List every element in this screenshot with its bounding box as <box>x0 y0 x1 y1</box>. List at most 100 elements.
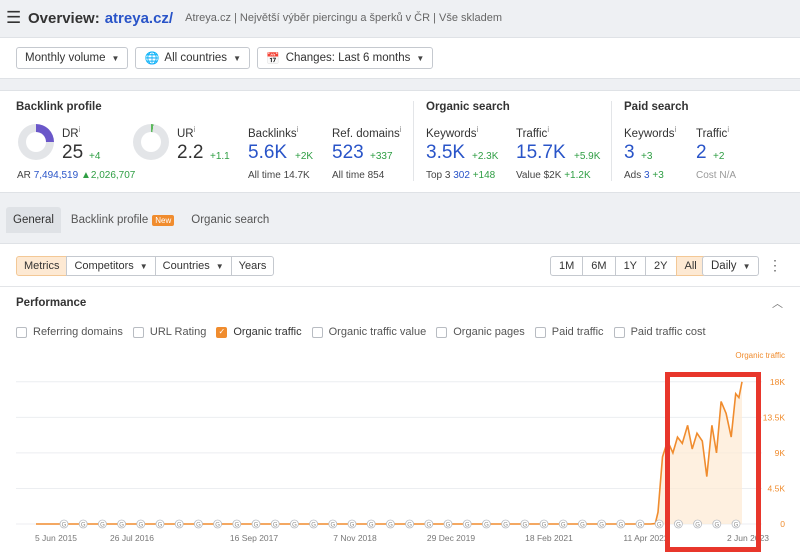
organic-keywords-delta: +2.3K <box>472 151 499 162</box>
ur-delta: +1.1 <box>210 151 230 162</box>
google-update-marker: G <box>424 519 434 529</box>
divider <box>413 101 414 181</box>
paid-cost-row: Cost N/A <box>696 170 737 181</box>
google-update-marker: G <box>270 519 280 529</box>
range-6m-button[interactable]: 6M <box>582 256 616 276</box>
y-tick-label: 18K <box>770 377 785 387</box>
tab-backlink-profile[interactable]: Backlink profile New <box>64 207 181 233</box>
checkbox-organic-traffic[interactable]: ✓ Organic traffic <box>216 326 302 338</box>
range-2y-button[interactable]: 2Y <box>645 256 677 276</box>
caret-down-icon: ▼ <box>742 261 751 271</box>
ar-value[interactable]: 7,494,519 <box>34 170 79 181</box>
x-tick-label: 26 Jul 2016 <box>110 533 154 543</box>
x-tick-label: 18 Feb 2021 <box>525 533 573 543</box>
organic-traffic-label[interactable]: Traffici <box>516 125 549 140</box>
paid-keywords-label[interactable]: Keywordsi <box>624 125 676 140</box>
marker-label: G <box>81 523 86 529</box>
backlinks-value[interactable]: 5.6K <box>248 142 287 164</box>
backlinks-all-time: All time 14.7K <box>248 170 310 181</box>
google-update-marker: G <box>193 519 203 529</box>
checkbox-paid-traffic[interactable]: Paid traffic <box>534 326 604 338</box>
country-dropdown[interactable]: 🌐 All countries ▼ <box>135 47 250 69</box>
y-tick-label: 13.5K <box>763 412 786 422</box>
site-description: Atreya.cz | Největší výběr piercingu a š… <box>185 12 502 24</box>
checkbox-empty-icon <box>132 326 144 338</box>
google-update-marker: G <box>78 519 88 529</box>
checkbox-label: Referring domains <box>33 326 123 338</box>
range-controls: 1M 6M 1Y 2Y All <box>550 256 706 276</box>
backlinks-label[interactable]: Backlinksi <box>248 125 298 140</box>
y-tick-label: 4.5K <box>768 483 786 493</box>
granularity-dropdown[interactable]: Daily ▼ <box>702 256 760 276</box>
marker-label: G <box>292 523 297 529</box>
paid-keywords-delta: +3 <box>641 151 653 162</box>
checkbox-paid-traffic-cost[interactable]: Paid traffic cost <box>613 326 706 338</box>
country-dropdown-label: All countries <box>164 52 228 64</box>
caret-down-icon: ▼ <box>139 261 148 271</box>
ur-label[interactable]: URi <box>177 125 195 140</box>
tab-organic-search[interactable]: Organic search <box>184 207 276 233</box>
ref-domains-value[interactable]: 523 <box>332 142 364 164</box>
y-tick-label: 9K <box>775 448 786 458</box>
paid-traffic-label[interactable]: Traffici <box>696 125 729 140</box>
google-update-marker: G <box>309 519 319 529</box>
organic-traffic-value[interactable]: 15.7K <box>516 142 566 164</box>
metrics-button[interactable]: Metrics <box>16 256 68 276</box>
target-domain[interactable]: atreya.cz/ <box>105 10 173 27</box>
organic-keywords-label[interactable]: Keywordsi <box>426 125 478 140</box>
y-tick-label: 0 <box>780 519 785 529</box>
countries-dropdown[interactable]: Countries ▼ <box>154 256 232 276</box>
ref-domains-label[interactable]: Ref. domainsi <box>332 125 402 140</box>
range-1m-button[interactable]: 1M <box>550 256 584 276</box>
google-update-marker: G <box>232 519 242 529</box>
checkbox-label: URL Rating <box>149 326 207 338</box>
checkbox-organic-traffic-value[interactable]: Organic traffic value <box>311 326 426 338</box>
ur-value: 2.2 <box>177 142 204 163</box>
changes-dropdown[interactable]: 📅 Changes: Last 6 months ▼ <box>256 47 434 69</box>
ref-domains-all-time: All time 854 <box>332 170 385 181</box>
hamburger-icon[interactable]: ☰ <box>6 8 24 28</box>
google-update-marker: G <box>347 519 357 529</box>
marker-label: G <box>580 523 585 529</box>
overview-label: Overview: <box>28 9 100 27</box>
marker-label: G <box>657 523 662 529</box>
checkbox-organic-pages[interactable]: Organic pages <box>436 326 525 338</box>
tab-general[interactable]: General <box>6 207 61 233</box>
google-update-marker: G <box>616 519 626 529</box>
marker-label: G <box>138 523 143 529</box>
x-tick-label: 11 Apr 2022 <box>623 533 668 543</box>
checkbox-url-rating[interactable]: URL Rating <box>132 326 207 338</box>
competitors-dropdown[interactable]: Competitors ▼ <box>66 256 156 276</box>
checkbox-referring-domains[interactable]: Referring domains <box>16 326 123 338</box>
organic-top3-row: Top 3 302 +148 <box>426 170 496 181</box>
google-update-marker: G <box>366 519 376 529</box>
dr-label[interactable]: DRi <box>62 125 80 140</box>
range-1y-button[interactable]: 1Y <box>614 256 647 276</box>
volume-dropdown[interactable]: Monthly volume ▼ <box>16 47 129 69</box>
organic-value-row: Value $2K +1.2K <box>516 170 591 181</box>
marker-label: G <box>215 523 220 529</box>
google-update-marker: G <box>213 519 223 529</box>
checkbox-label: Organic pages <box>453 326 525 338</box>
more-options-icon[interactable]: ⋮ <box>768 257 782 274</box>
google-update-marker: G <box>597 519 606 529</box>
collapse-chevron-icon[interactable]: ︿ <box>772 295 783 311</box>
globe-icon: 🌐 <box>144 51 160 65</box>
google-update-marker: G <box>481 519 491 529</box>
google-update-marker: G <box>405 519 415 529</box>
paid-search-title: Paid search <box>624 101 689 113</box>
checkbox-empty-icon <box>534 326 546 338</box>
marker-label: G <box>196 523 201 529</box>
paid-traffic-value[interactable]: 2 <box>696 142 707 164</box>
organic-keywords-value[interactable]: 3.5K <box>426 142 465 164</box>
top3-value[interactable]: 302 <box>453 170 470 181</box>
highlight-box <box>665 372 761 552</box>
calendar-icon: 📅 <box>265 52 280 65</box>
y-axis-title: Organic traffic <box>735 351 785 360</box>
marker-label: G <box>369 523 374 529</box>
years-button[interactable]: Years <box>230 256 275 276</box>
paid-keywords-value[interactable]: 3 <box>624 142 635 164</box>
marker-label: G <box>446 523 451 529</box>
google-update-marker: G <box>59 519 69 529</box>
checkbox-label: Organic traffic <box>233 326 302 338</box>
